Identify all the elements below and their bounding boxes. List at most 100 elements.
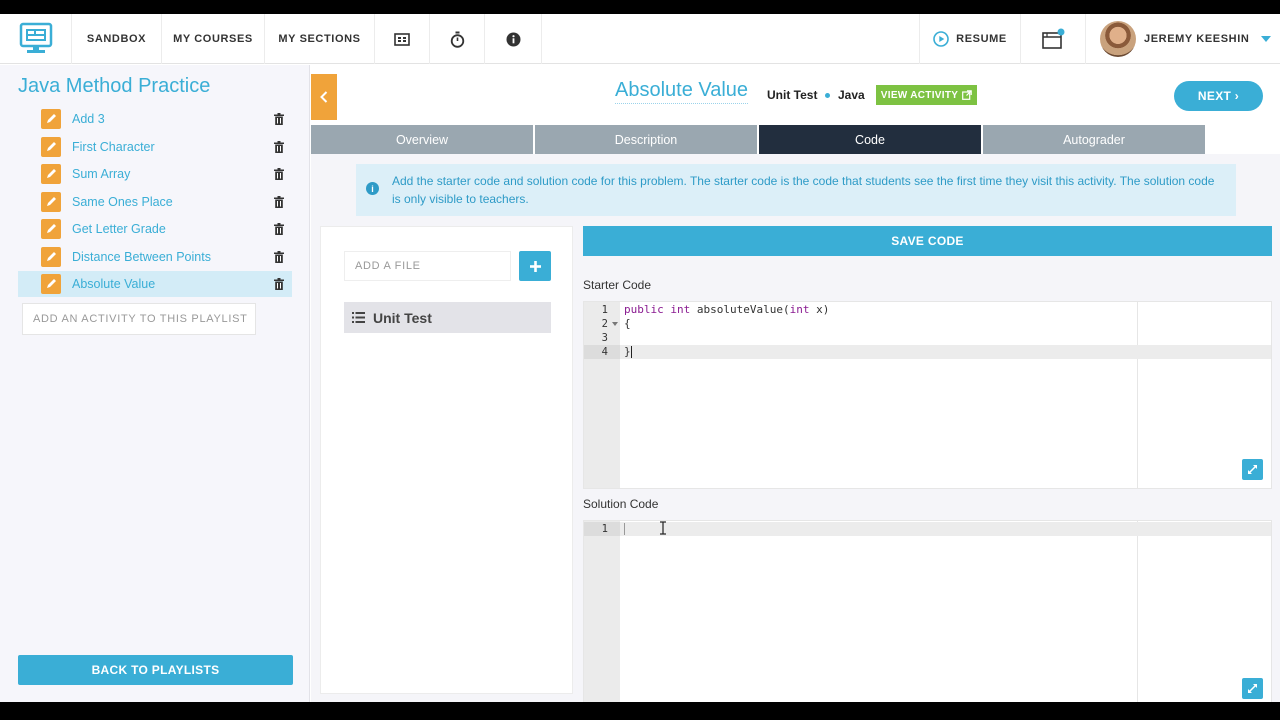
chevron-left-icon: [320, 91, 328, 103]
playlist-item[interactable]: Add 3: [18, 106, 292, 132]
playlist-item[interactable]: Distance Between Points: [18, 244, 292, 270]
pencil-icon: [41, 192, 61, 212]
info-circle-icon: i: [366, 182, 379, 195]
playlist-item-label: Distance Between Points: [72, 250, 211, 264]
playlist-item-label: Sum Array: [72, 167, 131, 181]
pencil-icon: [41, 164, 61, 184]
expand-editor-button[interactable]: [1242, 459, 1263, 480]
nav-my-sections[interactable]: MY SECTIONS: [265, 14, 375, 64]
expand-editor-button[interactable]: [1242, 678, 1263, 699]
playlist-item-label: Same Ones Place: [72, 195, 173, 209]
tab-description[interactable]: Description: [535, 125, 757, 154]
line-number: 1: [601, 304, 608, 316]
pencil-icon: [41, 247, 61, 267]
starter-code-editor[interactable]: 1 public int absoluteValue(int x) 2 { 3 …: [583, 301, 1272, 489]
line-number: 1: [584, 522, 620, 536]
trash-icon[interactable]: [272, 168, 286, 180]
add-file-button[interactable]: [519, 251, 551, 281]
pencil-icon: [41, 274, 61, 294]
code-text: [624, 522, 625, 536]
code-line: 1: [584, 522, 1271, 536]
view-activity-button[interactable]: VIEW ACTIVITY: [876, 85, 977, 105]
notifications-icon[interactable]: [1021, 14, 1086, 64]
resume-label: RESUME: [956, 33, 1007, 45]
trash-icon[interactable]: [272, 141, 286, 153]
separator-dot: [825, 93, 830, 98]
line-number: 3: [601, 332, 608, 344]
view-activity-label: VIEW ACTIVITY: [880, 89, 959, 101]
user-name: JEREMY KEESHIN: [1144, 33, 1250, 45]
avatar: [1100, 21, 1136, 57]
next-button[interactable]: NEXT ›: [1174, 81, 1263, 111]
info-alert: i Add the starter code and solution code…: [356, 164, 1236, 216]
save-code-button[interactable]: SAVE CODE: [583, 226, 1272, 256]
expand-icon: [1248, 684, 1257, 693]
app-window: SANDBOX MY COURSES MY SECTIONS RESUME JE…: [0, 14, 1280, 702]
trash-icon[interactable]: [272, 278, 286, 290]
nav-sandbox[interactable]: SANDBOX: [72, 14, 162, 64]
playlist-item-active[interactable]: Absolute Value: [18, 271, 292, 297]
info-icon[interactable]: [485, 14, 542, 64]
fold-arrow-icon[interactable]: [612, 322, 618, 326]
trash-icon[interactable]: [272, 251, 286, 263]
files-panel: ADD A FILE Unit Test: [320, 226, 573, 694]
gradebook-icon[interactable]: [375, 14, 430, 64]
pencil-icon: [41, 109, 61, 129]
playlist-item[interactable]: Same Ones Place: [18, 189, 292, 215]
top-nav: SANDBOX MY COURSES MY SECTIONS RESUME JE…: [0, 14, 1280, 64]
playlist-item[interactable]: Get Letter Grade: [18, 216, 292, 242]
stopwatch-icon[interactable]: [430, 14, 485, 64]
tab-code[interactable]: Code: [759, 125, 981, 154]
line-number: 4: [584, 345, 620, 359]
playlist-item-label: Get Letter Grade: [72, 222, 166, 236]
playlist-item-label: Add 3: [72, 112, 105, 126]
main-content: Absolute Value Unit Test Java VIEW ACTIV…: [311, 65, 1280, 702]
chevron-down-icon: [1261, 36, 1272, 42]
playlist-item-label: Absolute Value: [72, 277, 156, 291]
add-activity-input[interactable]: ADD AN ACTIVITY TO THIS PLAYLIST: [22, 303, 256, 335]
play-icon: [933, 31, 949, 47]
text-cursor-icon: [660, 521, 666, 535]
tab-overview[interactable]: Overview: [311, 125, 533, 154]
editor-gutter: [584, 521, 620, 702]
code-line: 4 }: [584, 345, 1271, 359]
logo-icon[interactable]: [0, 14, 72, 64]
file-item[interactable]: Unit Test: [344, 302, 551, 333]
nav-my-courses[interactable]: MY COURSES: [162, 14, 265, 64]
solution-code-editor[interactable]: 1: [583, 520, 1272, 702]
playlist-item[interactable]: Sum Array: [18, 161, 292, 187]
activity-title[interactable]: Absolute Value: [615, 79, 749, 104]
code-line: 2 {: [584, 317, 1271, 331]
info-text: Add the starter code and solution code f…: [392, 174, 1215, 206]
tab-autograder[interactable]: Autograder: [983, 125, 1205, 154]
list-icon: [352, 312, 365, 323]
trash-icon[interactable]: [272, 196, 286, 208]
resume-button[interactable]: RESUME: [920, 14, 1021, 64]
code-line: 3: [584, 331, 1271, 345]
pencil-icon: [41, 219, 61, 239]
trash-icon[interactable]: [272, 223, 286, 235]
code-text: public int absoluteValue(int x): [624, 303, 830, 316]
code-text: }: [624, 345, 632, 358]
playlist-sidebar: Java Method Practice Add 3 First Charact…: [0, 65, 310, 702]
add-file-input[interactable]: ADD A FILE: [344, 251, 511, 281]
code-line: 1 public int absoluteValue(int x): [584, 303, 1271, 317]
collapse-sidebar-button[interactable]: [311, 74, 337, 120]
solution-code-label: Solution Code: [583, 497, 659, 511]
user-menu[interactable]: JEREMY KEESHIN: [1086, 14, 1280, 64]
external-link-icon: [962, 90, 973, 100]
code-text: {: [624, 317, 631, 330]
file-item-label: Unit Test: [373, 309, 432, 326]
trash-icon[interactable]: [272, 113, 286, 125]
playlist-title: Java Method Practice: [18, 75, 211, 97]
activity-type: Unit Test: [767, 88, 818, 102]
starter-code-label: Starter Code: [583, 278, 652, 292]
plus-icon: [529, 260, 541, 272]
playlist-item[interactable]: First Character: [18, 134, 292, 160]
back-to-playlists-button[interactable]: BACK TO PLAYLISTS: [18, 655, 293, 685]
pencil-icon: [41, 137, 61, 157]
print-margin: [1137, 521, 1138, 702]
playlist-item-label: First Character: [72, 140, 155, 154]
expand-icon: [1248, 465, 1257, 474]
activity-language: Java: [838, 88, 865, 102]
